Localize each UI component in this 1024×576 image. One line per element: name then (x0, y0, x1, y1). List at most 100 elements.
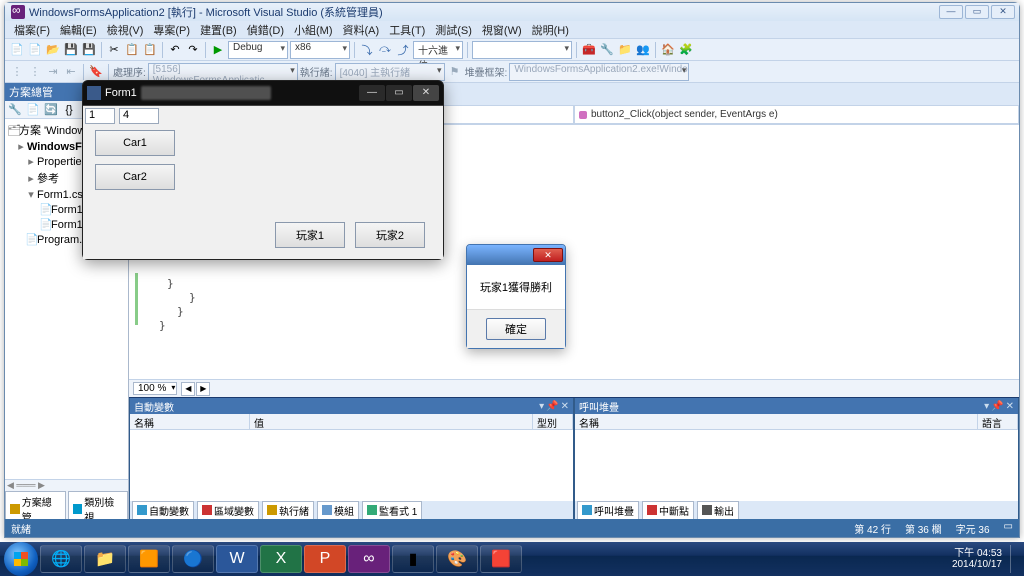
close-icon[interactable]: ✕ (1006, 401, 1014, 412)
col-type[interactable]: 型別 (533, 414, 573, 429)
task-vs[interactable]: ∞ (348, 545, 390, 573)
view-code-icon[interactable]: {} (61, 102, 77, 118)
menu-build[interactable]: 建置(B) (195, 22, 242, 38)
minimize-button[interactable]: — (359, 85, 385, 101)
step-out-icon[interactable]: ⤴ (395, 42, 411, 58)
col-lang[interactable]: 語言 (978, 414, 1018, 429)
pin-icon[interactable]: 📌 (546, 401, 558, 412)
extension-icon[interactable]: 🧩 (678, 42, 694, 58)
uncomment-icon[interactable]: ⋮ (27, 64, 43, 80)
player1-button[interactable]: 玩家1 (275, 222, 345, 248)
maximize-button[interactable]: ▭ (965, 5, 989, 19)
messagebox-title-bar[interactable]: ✕ (467, 245, 565, 265)
zoom-combo[interactable]: 100 % (133, 382, 177, 395)
task-app[interactable]: 🟥 (480, 545, 522, 573)
col-name[interactable]: 名稱 (575, 414, 978, 429)
config-combo[interactable]: Debug (228, 41, 288, 59)
textbox1[interactable]: 1 (85, 108, 115, 124)
member-combo[interactable]: button2_Click(object sender, EventArgs e… (574, 105, 1019, 124)
menu-team[interactable]: 小組(M) (289, 22, 338, 38)
scroll-right-icon[interactable]: ▶ (196, 382, 210, 396)
open-icon[interactable]: 📂 (45, 42, 61, 58)
comment-icon[interactable]: ⋮ (9, 64, 25, 80)
tab-modules[interactable]: 模組 (317, 501, 359, 520)
start-icon[interactable]: ▶ (210, 42, 226, 58)
cut-icon[interactable]: ✂ (106, 42, 122, 58)
save-all-icon[interactable]: 💾 (81, 42, 97, 58)
task-excel[interactable]: X (260, 545, 302, 573)
autos-title[interactable]: 自動變數▾📌✕ (130, 398, 573, 414)
new-project-icon[interactable]: 📄 (9, 42, 25, 58)
solution-icon[interactable]: 📁 (617, 42, 633, 58)
task-paint[interactable]: 🎨 (436, 545, 478, 573)
ok-button[interactable]: 確定 (486, 318, 546, 340)
menu-view[interactable]: 檢視(V) (102, 22, 149, 38)
tab-breakpoints[interactable]: 中斷點 (642, 501, 694, 520)
car1-button[interactable]: Car1 (95, 130, 175, 156)
menu-file[interactable]: 檔案(F) (9, 22, 55, 38)
tab-threads[interactable]: 執行緒 (262, 501, 314, 520)
menu-project[interactable]: 專案(P) (148, 22, 195, 38)
scroll-left-icon[interactable]: ◀ (181, 382, 195, 396)
thread-combo[interactable]: [4040] 主執行緒 (335, 63, 445, 81)
task-mediaplayer[interactable]: 🟧 (128, 545, 170, 573)
system-tray[interactable]: 下午 04:53 2014/10/17 (952, 548, 1006, 570)
tab-callstack[interactable]: 呼叫堆疊 (577, 501, 639, 520)
outdent-icon[interactable]: ⇤ (63, 64, 79, 80)
add-item-icon[interactable]: 📄 (27, 42, 43, 58)
pin-icon[interactable]: 📌 (991, 401, 1003, 412)
tab-output[interactable]: 輸出 (697, 501, 739, 520)
paste-icon[interactable]: 📋 (142, 42, 158, 58)
team-icon[interactable]: 👥 (635, 42, 651, 58)
textbox2[interactable]: 4 (119, 108, 159, 124)
player2-button[interactable]: 玩家2 (355, 222, 425, 248)
show-desktop-button[interactable] (1010, 545, 1020, 573)
toolbox-icon[interactable]: 🧰 (581, 42, 597, 58)
minimize-button[interactable]: — (939, 5, 963, 19)
thread-flag-icon[interactable]: ⚑ (447, 64, 463, 80)
undo-icon[interactable]: ↶ (167, 42, 183, 58)
col-name[interactable]: 名稱 (130, 414, 250, 429)
step-over-icon[interactable]: ⤼ (377, 42, 393, 58)
menu-edit[interactable]: 編輯(E) (55, 22, 102, 38)
properties-icon[interactable]: 🔧 (7, 102, 23, 118)
bookmark-icon[interactable]: 🔖 (88, 64, 104, 80)
callstack-body[interactable] (575, 430, 1018, 501)
menu-test[interactable]: 測試(S) (430, 22, 477, 38)
tab-locals[interactable]: 區域變數 (197, 501, 259, 520)
copy-icon[interactable]: 📋 (124, 42, 140, 58)
close-button[interactable]: ✕ (991, 5, 1015, 19)
task-cmd[interactable]: ▮ (392, 545, 434, 573)
task-chrome[interactable]: 🔵 (172, 545, 214, 573)
find-combo[interactable] (472, 41, 572, 59)
menu-debug[interactable]: 偵錯(D) (242, 22, 289, 38)
maximize-button[interactable]: ▭ (386, 85, 412, 101)
menu-data[interactable]: 資料(A) (338, 22, 385, 38)
tab-watch1[interactable]: 監看式 1 (362, 501, 422, 520)
save-icon[interactable]: 💾 (63, 42, 79, 58)
platform-combo[interactable]: x86 (290, 41, 350, 59)
menu-tools[interactable]: 工具(T) (384, 22, 430, 38)
close-button[interactable]: ✕ (533, 248, 563, 262)
redo-icon[interactable]: ↷ (185, 42, 201, 58)
task-explorer[interactable]: 📁 (84, 545, 126, 573)
stackframe-combo[interactable]: WindowsFormsApplication2.exe!Windo (509, 63, 689, 81)
car2-button[interactable]: Car2 (95, 164, 175, 190)
form1-window[interactable]: Form1 — ▭ ✕ 1 4 Car1 Car2 玩家1 玩家2 (82, 80, 444, 260)
show-all-icon[interactable]: 📄 (25, 102, 41, 118)
close-icon[interactable]: ✕ (561, 401, 569, 412)
col-value[interactable]: 值 (250, 414, 533, 429)
properties-icon[interactable]: 🔧 (599, 42, 615, 58)
task-powerpoint[interactable]: P (304, 545, 346, 573)
radix-combo[interactable]: 十六進位 (413, 41, 463, 59)
start-page-icon[interactable]: 🏠 (660, 42, 676, 58)
callstack-title[interactable]: 呼叫堆疊▾📌✕ (575, 398, 1018, 414)
refresh-icon[interactable]: 🔄 (43, 102, 59, 118)
task-ie[interactable]: 🌐 (40, 545, 82, 573)
start-button[interactable] (4, 542, 38, 576)
pin-icon[interactable]: ▾ (984, 401, 989, 412)
pin-icon[interactable]: ▾ (539, 401, 544, 412)
task-word[interactable]: W (216, 545, 258, 573)
indent-icon[interactable]: ⇥ (45, 64, 61, 80)
tab-autos[interactable]: 自動變數 (132, 501, 194, 520)
